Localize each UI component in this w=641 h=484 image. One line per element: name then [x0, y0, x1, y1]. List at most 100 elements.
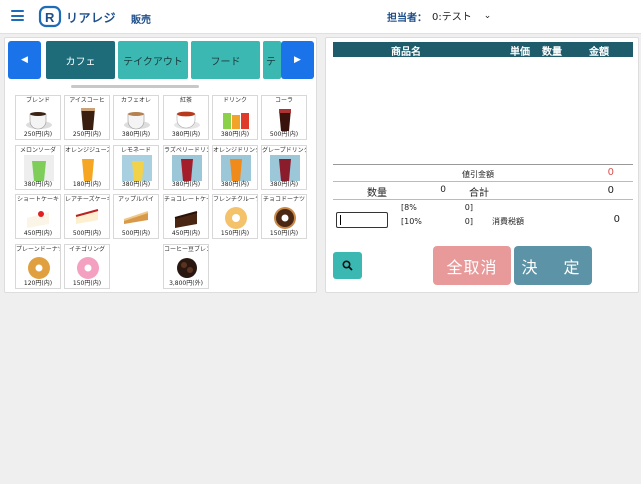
cash-input[interactable]: [336, 212, 388, 228]
product-name: ショートケーキ: [16, 196, 59, 203]
tax10-value: 0]: [464, 217, 473, 226]
product-name: アップルパイ: [117, 196, 154, 203]
category-next-button[interactable]: ▶: [281, 41, 314, 79]
search-button[interactable]: [333, 252, 362, 279]
col-unit-price: 単価: [510, 47, 530, 58]
product-tile[interactable]: チョコレートケーキ 450円(内): [163, 194, 209, 239]
order-item-list[interactable]: [333, 57, 633, 165]
product-tile[interactable]: カフェオレ 380円(内): [113, 95, 159, 140]
orange-juice-icon: [82, 159, 94, 181]
product-tile[interactable]: プレーンドーナツ 120円(内): [15, 244, 61, 289]
product-price: 500円(内): [72, 230, 102, 237]
product-price: 450円(内): [23, 230, 53, 237]
tab-partial[interactable]: テ: [263, 41, 281, 79]
logo-mark-icon: R: [38, 5, 64, 29]
chevron-left-icon: ◀: [21, 55, 28, 65]
cafe-au-lait-icon: [124, 112, 150, 130]
drinks-icon: [223, 113, 249, 129]
svg-text:R: R: [45, 10, 55, 25]
tea-cup-icon: [174, 111, 200, 129]
lemonade-icon: [122, 155, 152, 181]
product-name: コーラ: [274, 97, 293, 104]
staff-select-value: 0:テスト: [432, 12, 472, 23]
product-tile[interactable]: レアチーズケーキ 500円(内): [64, 194, 110, 239]
product-price: 380円(内): [121, 181, 151, 188]
product-tile[interactable]: チョコドーナツ 150円(内): [261, 194, 307, 239]
product-tile[interactable]: ラズベリードリンク 380円(内): [163, 145, 209, 190]
plain-donut-icon: [28, 257, 50, 279]
raspberry-drink-icon: [172, 155, 202, 181]
product-name: ドリンク: [222, 97, 247, 104]
product-price: 380円(内): [220, 131, 250, 138]
discount-value: 0: [607, 167, 614, 178]
total-label: 合計: [469, 188, 489, 199]
tab-cafe[interactable]: カフェ: [46, 41, 115, 79]
product-tile[interactable]: アップルパイ 500円(内): [113, 194, 159, 239]
staff-select[interactable]: 0:テスト ⌄: [432, 8, 492, 24]
search-icon: [342, 260, 353, 271]
product-tile[interactable]: オレンジドリンク 380円(内): [212, 145, 258, 190]
tax8-label: [8%: [401, 203, 417, 212]
product-price: 380円(内): [121, 131, 151, 138]
product-tile[interactable]: コーヒー豆ブレンド 3,800円(外): [163, 244, 209, 289]
iced-coffee-icon: [81, 108, 95, 130]
apple-pie-icon: [123, 211, 149, 224]
chevron-down-icon: ⌄: [483, 10, 492, 21]
product-price: 120円(内): [23, 280, 53, 287]
product-tile[interactable]: ショートケーキ 450円(内): [15, 194, 61, 239]
product-price: 380円(内): [220, 181, 250, 188]
cruller-icon: [225, 207, 247, 229]
order-table-header: 商品名 単価 数量 金額: [333, 42, 633, 58]
tax10-label: [10%: [401, 217, 422, 226]
category-scrollbar[interactable]: [71, 85, 199, 88]
tax-value: 0: [613, 214, 620, 225]
product-name: ブレンド: [25, 97, 50, 104]
product-tile[interactable]: イチゴリング 150円(内): [64, 244, 110, 289]
product-price: 250円(内): [23, 131, 53, 138]
chevron-right-icon: ▶: [294, 55, 301, 65]
nav-sales-link[interactable]: 販売: [131, 11, 151, 26]
product-price: 180円(内): [72, 181, 102, 188]
product-tile[interactable]: メロンソーダ 380円(内): [15, 145, 61, 190]
shortcake-icon: [27, 211, 49, 228]
product-name: コーヒー豆ブレンド: [164, 246, 208, 253]
total-value: 0: [607, 185, 614, 196]
product-tile[interactable]: レモネード 380円(内): [113, 145, 159, 190]
cola-icon: [279, 109, 291, 131]
coffee-beans-icon: [177, 258, 197, 278]
tax-label: 消費税額: [492, 217, 524, 226]
product-tile[interactable]: ドリンク 380円(内): [212, 95, 258, 140]
product-name: フレンチクルーラー: [213, 196, 257, 203]
tab-food[interactable]: フード: [191, 41, 260, 79]
product-price: 150円(内): [220, 230, 250, 237]
product-name: アイスコーヒ: [69, 97, 105, 104]
product-tile[interactable]: オレンジジュース 180円(内): [64, 145, 110, 190]
category-prev-button[interactable]: ◀: [8, 41, 41, 79]
tab-takeout[interactable]: テイクアウト: [118, 41, 188, 79]
cancel-all-button[interactable]: 全取消: [433, 246, 511, 285]
product-tile[interactable]: アイスコーヒ 250円(内): [64, 95, 110, 140]
product-name: ラズベリードリンク: [164, 147, 208, 154]
product-tile[interactable]: フレンチクルーラー 150円(内): [212, 194, 258, 239]
product-price: 150円(内): [269, 230, 299, 237]
product-name: カフェオレ: [120, 97, 151, 104]
grape-drink-icon: [270, 155, 300, 181]
qty-label: 数量: [367, 188, 387, 199]
product-name: チョコドーナツ: [262, 196, 305, 203]
logo: R リアレジ: [38, 5, 116, 29]
order-panel: 商品名 単価 数量 金額 値引金額 0 数量 0 合計 0 [8% 0] [10…: [325, 37, 639, 293]
product-tile[interactable]: ブレンド 250円(内): [15, 95, 61, 140]
tax8-value: 0]: [464, 203, 473, 212]
orange-drink-icon: [221, 155, 251, 181]
hamburger-menu-icon[interactable]: [11, 10, 24, 21]
decide-button[interactable]: 決 定: [514, 246, 592, 285]
product-name: レモネード: [120, 147, 151, 154]
product-tile[interactable]: コーラ 500円(内): [261, 95, 307, 140]
product-price: 450円(内): [171, 230, 201, 237]
product-name: 紅茶: [179, 97, 192, 104]
product-tile[interactable]: 紅茶 380円(内): [163, 95, 209, 140]
product-tile[interactable]: グレープドリンク 380円(内): [261, 145, 307, 190]
col-amount: 金額: [589, 47, 609, 58]
product-name: レアチーズケーキ: [65, 196, 110, 203]
product-name: オレンジドリンク: [213, 147, 258, 154]
